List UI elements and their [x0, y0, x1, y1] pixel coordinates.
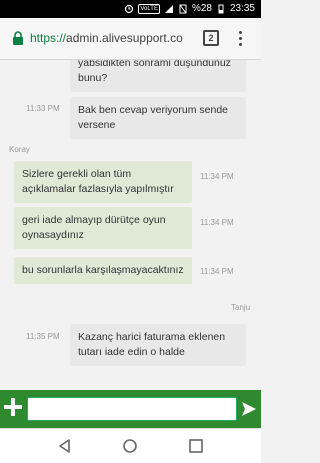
message-sender: Koray — [9, 145, 30, 154]
add-attachment-icon[interactable] — [4, 398, 22, 416]
lock-icon — [13, 31, 23, 45]
message-time: 11:34 PM — [200, 218, 234, 227]
browser-toolbar: https://admin.alivesupport.co 2 — [0, 18, 261, 60]
send-icon[interactable] — [241, 401, 257, 417]
message-time: 11:35 PM — [26, 332, 60, 341]
battery-icon — [218, 4, 224, 13]
battery-percent: %28 — [191, 3, 212, 14]
message-input[interactable] — [27, 397, 237, 421]
clock: 23:35 — [229, 3, 255, 14]
message-sender: Tanju — [231, 303, 251, 312]
url-field[interactable]: https://admin.alivesupport.co — [30, 31, 185, 45]
message-bubble: bu sorunlarla karşılaşmayacaktınız — [14, 257, 192, 284]
status-bar: VoLTE %28 23:35 — [0, 0, 261, 18]
volte-indicator: VoLTE — [138, 3, 160, 14]
message-time: 11:33 PM — [26, 104, 60, 113]
message-bubble: yabsidikten sonrami düşündünüz bunu? — [70, 60, 246, 92]
message-time: 11:34 PM — [200, 172, 234, 181]
home-icon[interactable] — [122, 438, 138, 454]
message-bubble: Bak ben cevap veriyorum sende versene — [70, 97, 246, 139]
recents-icon[interactable] — [188, 438, 204, 454]
url-scheme: https:// — [30, 31, 67, 45]
back-icon[interactable] — [57, 438, 73, 454]
menu-icon[interactable] — [236, 29, 244, 49]
signal-icon — [164, 4, 173, 13]
message-time: 11:34 PM — [200, 267, 234, 276]
message-bubble: Kazanç harici faturama eklenen tutarı ia… — [70, 324, 246, 366]
tab-switcher-button[interactable]: 2 — [203, 30, 219, 46]
alarm-icon — [125, 4, 134, 13]
chat-transcript: yabsidikten sonrami düşündünüz bunu? 11:… — [0, 60, 261, 390]
message-composer — [0, 390, 261, 428]
message-bubble: Sizlere gerekli olan tüm açıklamalar faz… — [14, 161, 192, 203]
message-bubble: geri iade almayıp dürütçe oyun oynasaydı… — [14, 207, 192, 249]
url-host: admin.alivesupport.co — [66, 31, 183, 45]
no-sim-icon — [179, 4, 187, 13]
android-nav-bar — [0, 428, 261, 463]
